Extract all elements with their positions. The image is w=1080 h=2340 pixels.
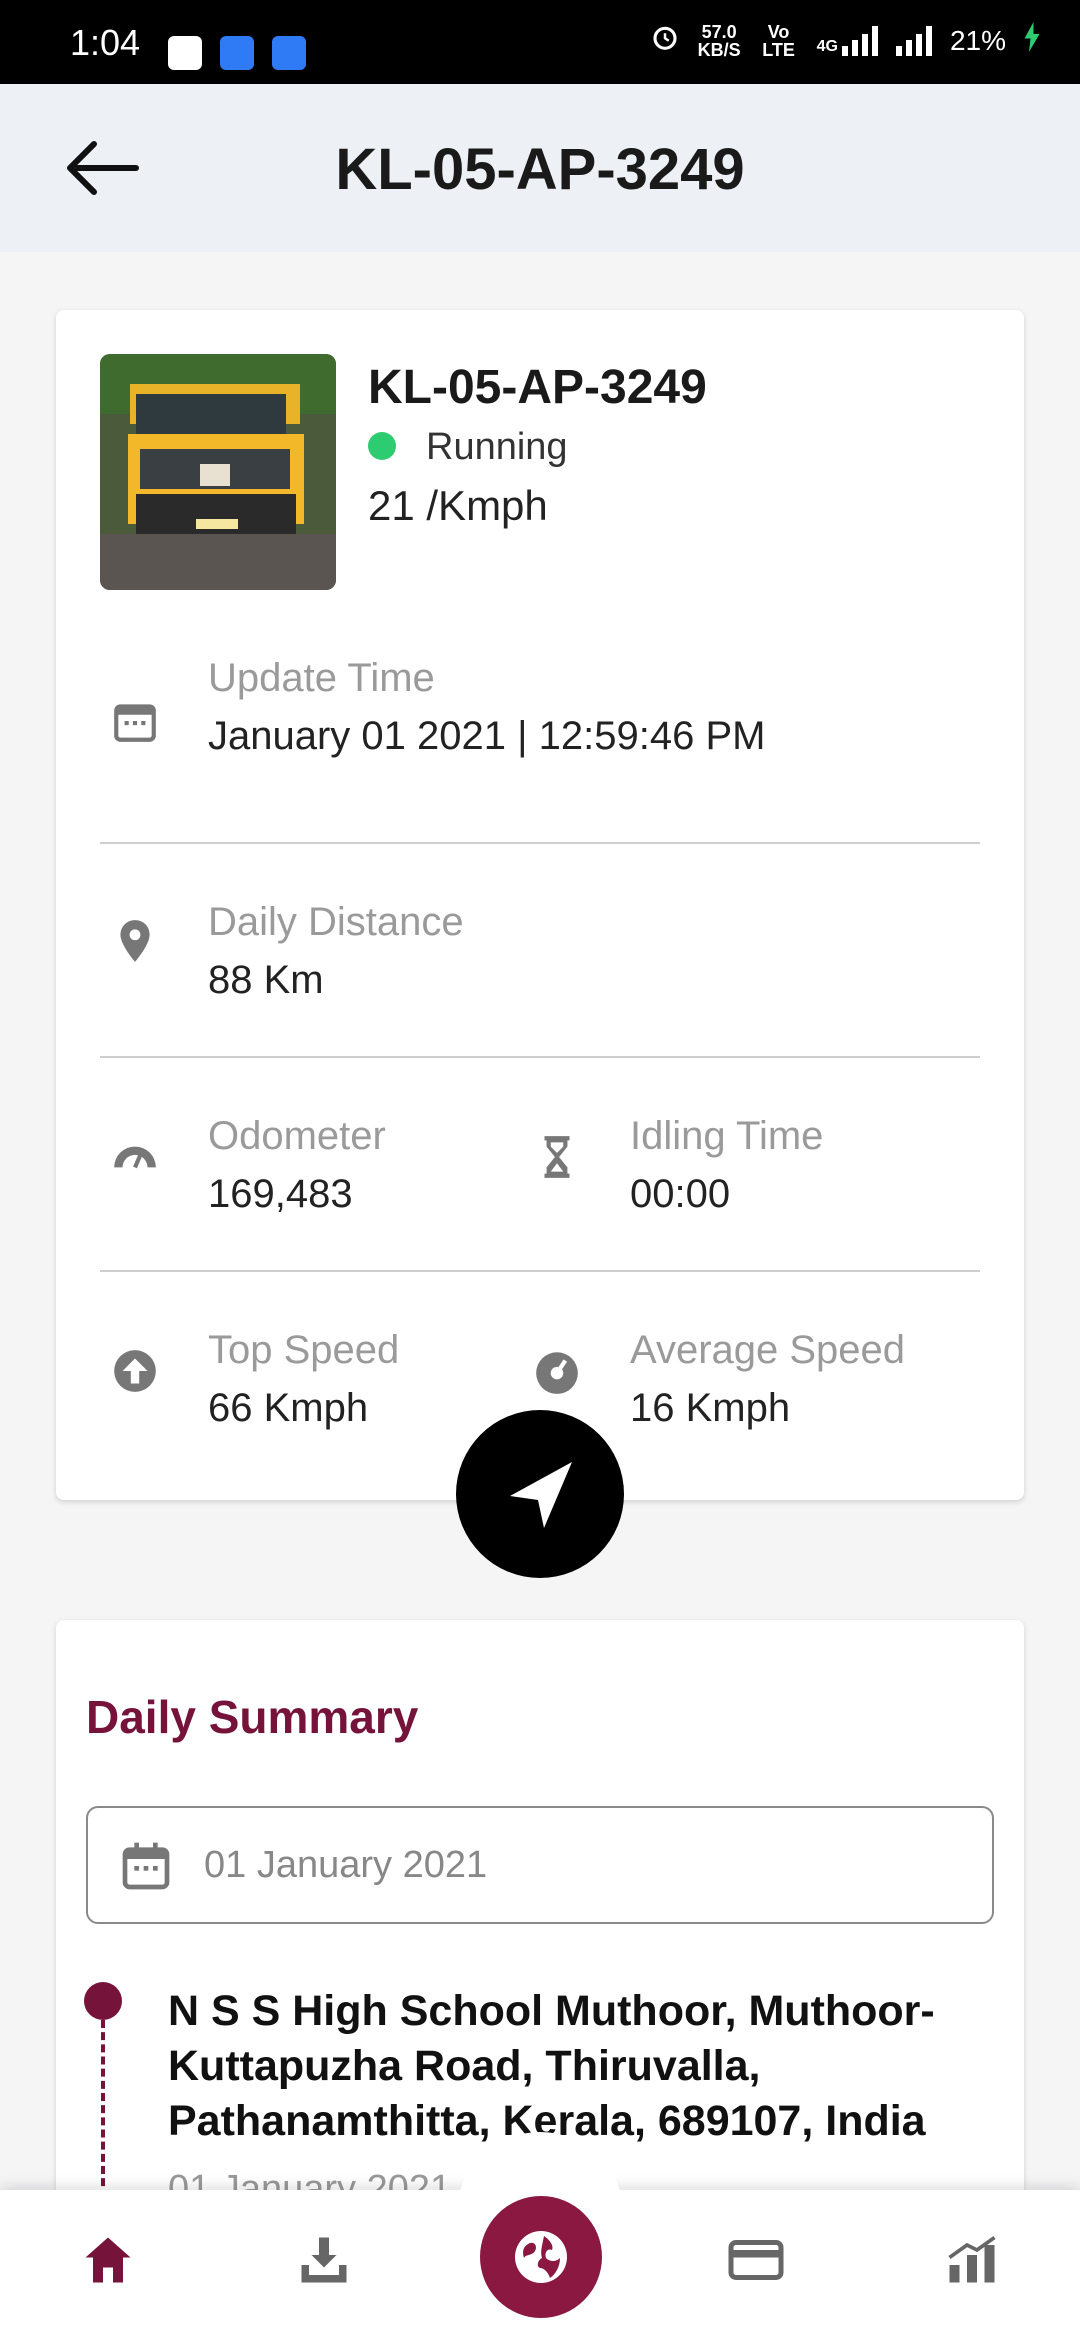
status-indicators: 57.0 KB/S Vo LTE 4G 21%	[650, 22, 1040, 59]
status-time: 1:04	[70, 22, 141, 63]
status-dot	[368, 432, 396, 460]
navigation-arrow-icon	[510, 1462, 572, 1528]
signal-icon	[895, 25, 932, 56]
idling-cell: Idling Time 00:00	[522, 1058, 980, 1272]
timeline-dot	[84, 1982, 122, 2020]
idling-label: Idling Time	[630, 1114, 824, 1158]
update-time-row: Update Time January 01 2021 | 12:59:46 P…	[100, 630, 980, 844]
idling-value: 00:00	[630, 1172, 731, 1216]
odometer-label: Odometer	[208, 1114, 386, 1158]
nav-reports[interactable]	[942, 2230, 1002, 2290]
net-speed: 57.0 KB/S	[697, 21, 741, 60]
odometer-cell: Odometer 169,483	[100, 1058, 520, 1272]
avg-speed-value: 16 Kmph	[630, 1386, 791, 1430]
location-address[interactable]: N S S High School Muthoor, Muthoor-Kutta…	[168, 1984, 988, 2149]
charging-icon	[1024, 22, 1040, 59]
location-pin-icon	[120, 920, 150, 962]
vehicle-photo	[100, 354, 336, 590]
speedometer-icon	[114, 1146, 156, 1169]
status-bar: 1:04 57.0 KB/S Vo LTE 4G 21%	[0, 0, 1080, 84]
chart-icon	[948, 2235, 996, 2283]
calendar-icon	[122, 1842, 170, 1890]
truck-app-icon	[168, 36, 202, 70]
battery-level: 21%	[949, 24, 1006, 56]
avg-speed-label: Average Speed	[630, 1328, 906, 1372]
alarm-icon	[650, 22, 680, 59]
android-icon	[220, 36, 254, 70]
map-button[interactable]	[480, 2196, 602, 2318]
vehicle-status: Running	[426, 426, 568, 468]
summary-title: Daily Summary	[86, 1691, 419, 1743]
daily-distance-label: Daily Distance	[208, 900, 464, 944]
nav-payments[interactable]	[726, 2230, 786, 2290]
home-icon	[85, 2237, 131, 2283]
odometer-value: 169,483	[208, 1172, 353, 1216]
page-title: KL-05-AP-3249	[335, 137, 745, 202]
date-picker-field[interactable]: 01 January 2021	[86, 1806, 994, 1924]
update-time-value: January 01 2021 | 12:59:46 PM	[208, 714, 766, 758]
signal-4g-icon: 4G	[817, 25, 878, 56]
vehicle-plate: KL-05-AP-3249	[368, 361, 707, 414]
date-value: 01 January 2021	[204, 1844, 488, 1886]
vehicle-card[interactable]: KL-05-AP-3249 Running 21 /Kmph Update Ti…	[56, 310, 1024, 1500]
daily-distance-row: Daily Distance 88 Km	[100, 844, 980, 1058]
card-icon	[728, 2240, 784, 2280]
nav-home[interactable]	[78, 2230, 138, 2290]
vehicle-speed: 21 /Kmph	[368, 482, 548, 529]
volte-label: Vo LTE	[762, 21, 795, 60]
hourglass-icon	[544, 1136, 570, 1178]
top-speed-value: 66 Kmph	[208, 1386, 369, 1430]
top-speed-label: Top Speed	[208, 1328, 400, 1372]
usb-icon	[272, 36, 306, 70]
navigate-button[interactable]	[456, 1410, 624, 1578]
download-icon	[301, 2237, 347, 2283]
daily-distance-value: 88 Km	[208, 958, 324, 1002]
app-bar: KL-05-AP-3249	[0, 84, 1080, 252]
arrow-up-circle-icon	[114, 1350, 156, 1392]
gauge-icon	[536, 1352, 578, 1394]
globe-icon	[515, 2231, 567, 2283]
odometer-idling-row: Odometer 169,483 Idling Time 00:00	[100, 1058, 980, 1272]
calendar-icon	[114, 704, 156, 742]
update-time-label: Update Time	[208, 656, 435, 700]
nav-downloads[interactable]	[294, 2230, 354, 2290]
